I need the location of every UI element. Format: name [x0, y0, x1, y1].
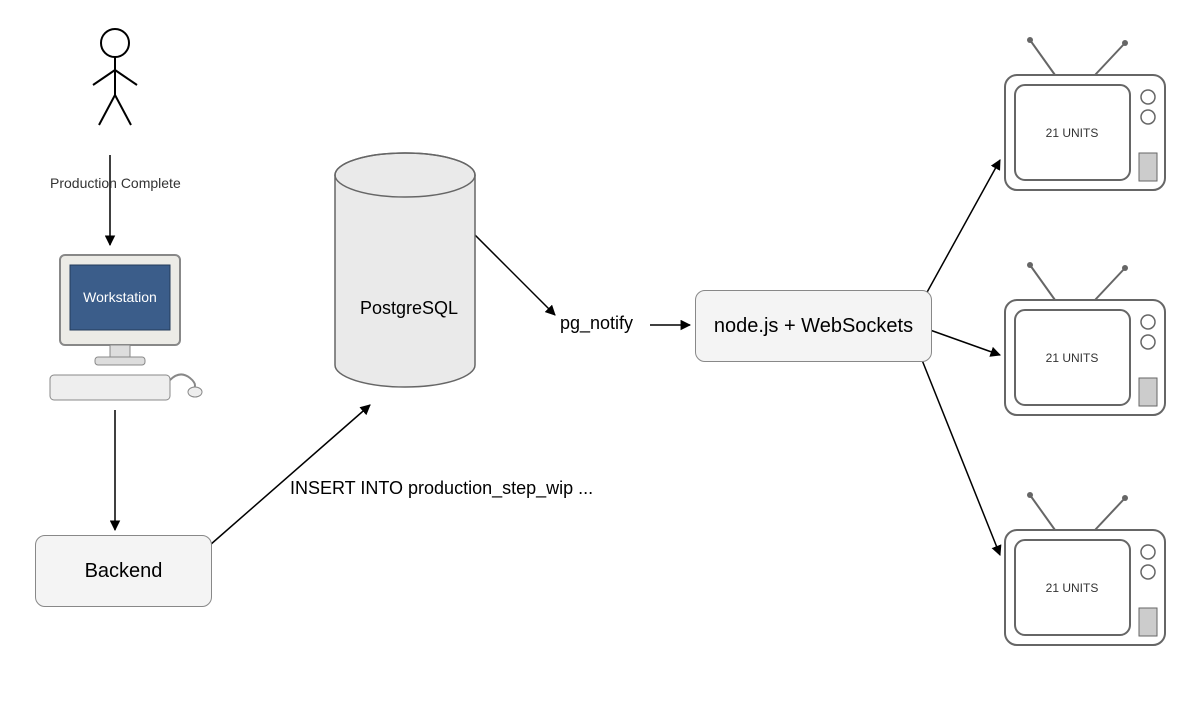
database-icon — [325, 150, 485, 405]
actor-label: Production Complete — [50, 175, 181, 191]
pg-notify-label: pg_notify — [560, 313, 633, 334]
server-node: node.js + WebSockets — [695, 290, 932, 362]
tv-3-text: 21 UNITS — [1046, 581, 1099, 595]
tv-1-text: 21 UNITS — [1046, 126, 1099, 140]
backend-label: Backend — [85, 560, 163, 583]
sql-statement-label: INSERT INTO production_step_wip ... — [290, 478, 593, 499]
backend-node: Backend — [35, 535, 212, 607]
actor-icon — [85, 25, 145, 140]
workstation-screen-text: Workstation — [83, 289, 157, 305]
database-label: PostgreSQL — [360, 298, 458, 319]
tv-display-1: 21 UNITS — [1000, 35, 1170, 205]
tv-display-2: 21 UNITS — [1000, 260, 1170, 430]
workstation-icon: Workstation — [40, 250, 210, 415]
server-label: node.js + WebSockets — [714, 315, 913, 338]
tv-2-text: 21 UNITS — [1046, 351, 1099, 365]
tv-display-3: 21 UNITS — [1000, 490, 1170, 660]
